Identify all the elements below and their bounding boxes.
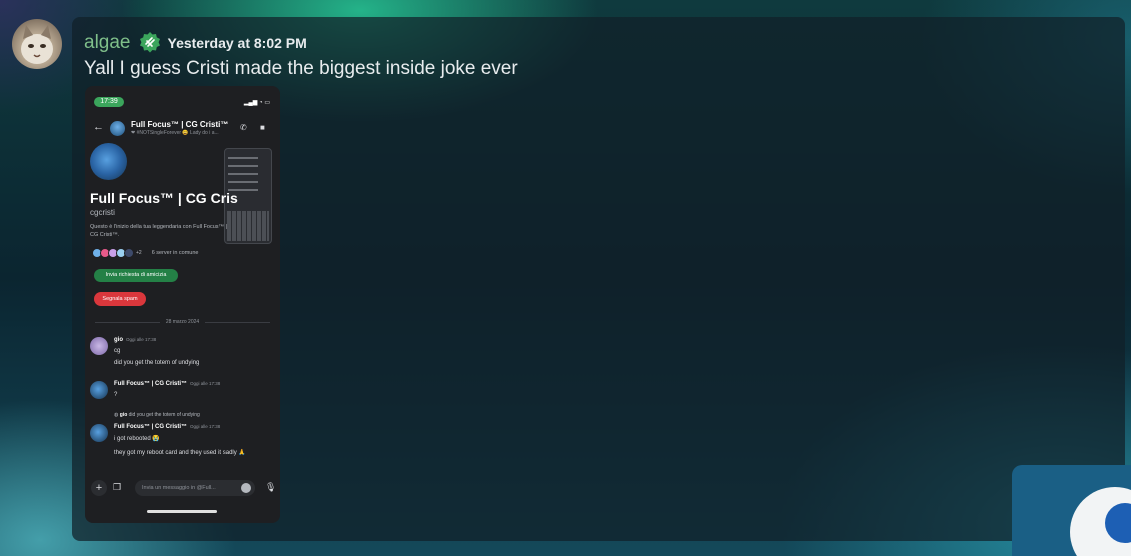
- corner-popup[interactable]: [1012, 465, 1131, 556]
- send-friend-request-button: Invia richiesta di amicizia: [94, 269, 178, 282]
- reply-preview: ◍ gio did you get the totem of undying: [114, 412, 200, 418]
- profile-name: Full Focus™ | CG Cris: [90, 190, 238, 206]
- arrow-left-icon: ←: [93, 121, 104, 133]
- contact-avatar: [110, 121, 125, 136]
- verified-badge-icon[interactable]: [138, 31, 162, 55]
- plus-icon: +: [91, 480, 107, 496]
- avatar[interactable]: [12, 19, 62, 69]
- message-header: algae Yesterday at 8:02 PM: [84, 30, 307, 56]
- video-icon: ■: [260, 123, 265, 132]
- status-icons: ▂▄▆ ◔ ▭: [243, 100, 270, 106]
- profile-handle: cgcristi: [90, 208, 115, 217]
- status-time: 17:39: [94, 97, 124, 107]
- gift-icon: ❒: [113, 482, 122, 492]
- user-icon: [1070, 487, 1131, 556]
- date-divider: 28 marzo 2024: [90, 319, 275, 325]
- contact-name: Full Focus™ | CG Cristi™: [131, 120, 229, 129]
- message-text: Yall I guess Cristi made the biggest ins…: [84, 58, 518, 79]
- timestamp: Yesterday at 8:02 PM: [167, 35, 307, 51]
- message-input: Invia un messaggio in @Full...: [135, 480, 255, 496]
- profile-avatar: [90, 143, 127, 180]
- profile-description: Questo è l'inizio della tua leggendaria …: [90, 224, 227, 238]
- phone-icon: ✆: [240, 123, 247, 132]
- contact-status: ❤ #NOTSingleForever 😄 Lady do i a...: [131, 130, 219, 136]
- microphone-icon: 🎙: [265, 482, 277, 492]
- home-indicator: [147, 510, 217, 513]
- emoji-icon: [241, 483, 251, 493]
- username[interactable]: algae: [84, 32, 131, 54]
- mutual-servers: +2 6 server in comune: [92, 248, 198, 258]
- mutual-servers-label: 6 server in comune: [151, 250, 199, 256]
- report-spam-button: Segnala spam: [94, 292, 146, 306]
- message-composer: + ❒ Invia un messaggio in @Full... 🎙: [91, 480, 276, 496]
- attached-screenshot[interactable]: 17:39 ▂▄▆ ◔ ▭ ← Full Focus™ | CG Cristi™…: [85, 86, 280, 523]
